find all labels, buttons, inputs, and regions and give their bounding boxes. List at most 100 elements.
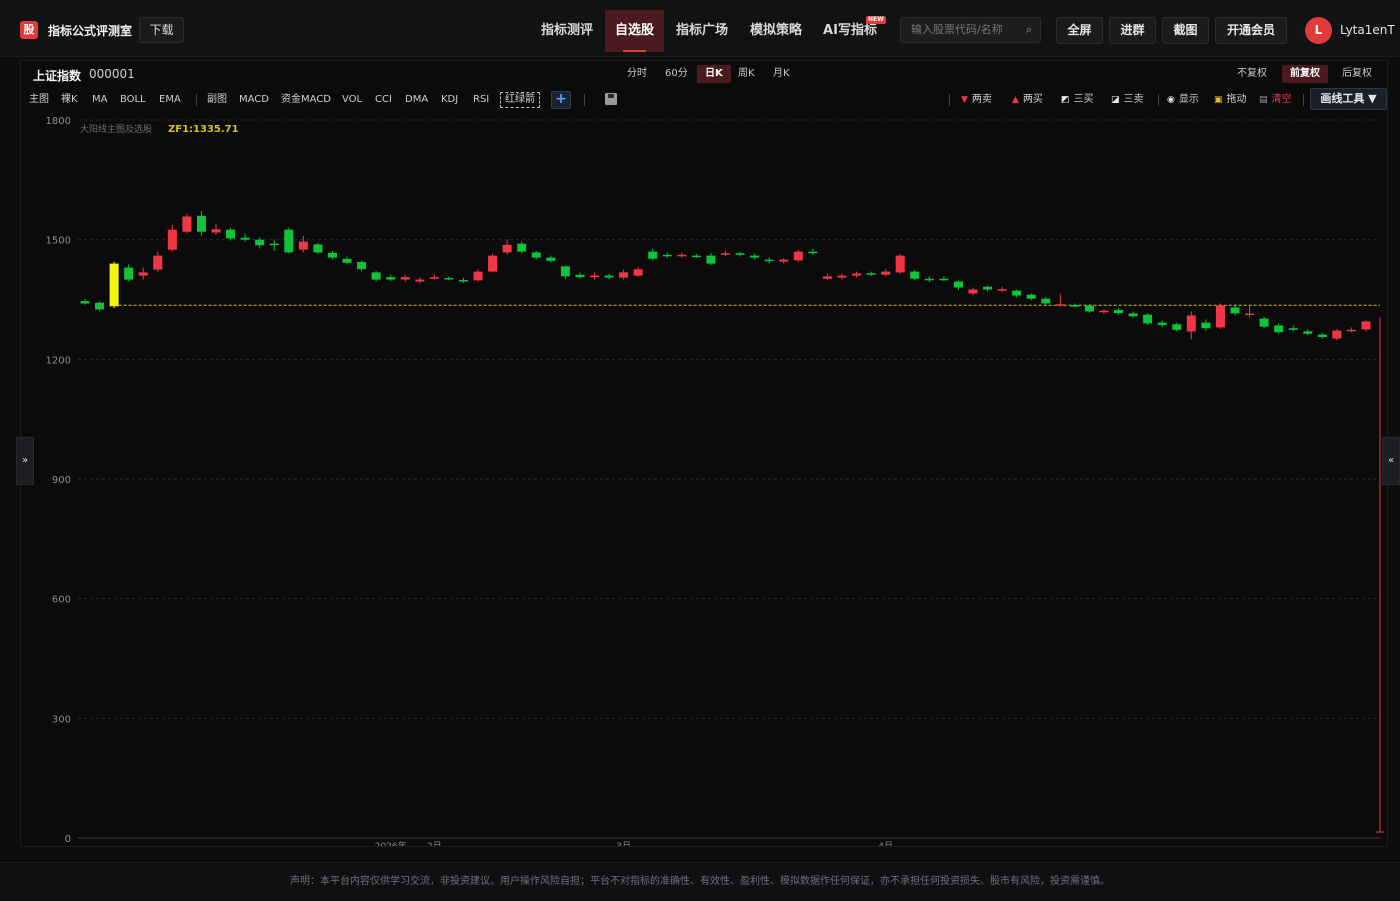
indicator-bare-k[interactable]: 裸K (61, 93, 78, 107)
download-button[interactable]: 下载 (139, 17, 184, 43)
candle-body (255, 239, 265, 246)
adjust-backward[interactable]: 后复权 (1334, 65, 1380, 83)
candle-body (138, 272, 148, 276)
stock-code: 000001 (89, 67, 135, 81)
indicator-cci[interactable]: CCI (375, 93, 392, 107)
candle-body (662, 254, 672, 257)
candle-body (895, 255, 905, 273)
tool-two-sell[interactable]: ▼ 两卖 (961, 93, 992, 107)
adjust-forward[interactable]: 前复权 (1282, 65, 1328, 83)
candle-body (284, 229, 294, 253)
nav-sim-strategy[interactable]: 模拟策略 (740, 10, 812, 52)
join-group-button[interactable]: 进群 (1109, 17, 1156, 44)
candle-body (371, 272, 381, 280)
tool-clear[interactable]: ▤ 清空 (1259, 93, 1292, 107)
candle-body (196, 215, 206, 232)
add-indicator-button[interactable]: + (551, 91, 571, 109)
period-monthly[interactable]: 月K (765, 65, 798, 83)
screenshot-button[interactable]: 截图 (1162, 17, 1209, 44)
divider (584, 94, 585, 106)
indicator-kdj[interactable]: KDJ (441, 93, 458, 107)
nav-watchlist[interactable]: 自选股 (605, 10, 664, 52)
candle-body (1128, 313, 1138, 317)
indicator-rsi[interactable]: RSI (473, 93, 489, 107)
indicator-macd[interactable]: MACD (239, 93, 269, 107)
search-icon[interactable]: ⌕ (1026, 18, 1032, 42)
candle-body (648, 251, 658, 259)
candle-body (1259, 318, 1269, 327)
candle-body (1070, 305, 1080, 307)
divider (1303, 94, 1304, 106)
eye-icon: ◉ (1167, 95, 1175, 105)
indicator-vol[interactable]: VOL (342, 93, 362, 107)
candle-body (1332, 330, 1342, 339)
candle-body (720, 253, 731, 255)
fullscreen-button[interactable]: 全屏 (1056, 17, 1103, 44)
tool-drag[interactable]: ▣ 拖动 (1214, 93, 1247, 107)
legend-label: 大阳线主图及选股 (80, 123, 152, 135)
tool-two-buy[interactable]: ▲ 两买 (1012, 93, 1043, 107)
candle-body (1055, 304, 1065, 306)
candle-body (983, 286, 993, 290)
candle-body (327, 252, 337, 258)
candle-body (939, 278, 949, 281)
tool-three-buy[interactable]: ◩ 三买 (1061, 93, 1094, 107)
candle-body (633, 269, 643, 276)
y-tick-label: 1500 (46, 236, 71, 247)
lock-icon: ▣ (1214, 95, 1223, 105)
candle-body (109, 263, 119, 307)
indicator-boll[interactable]: BOLL (120, 93, 146, 107)
candle-body (750, 255, 760, 258)
candle-body (1026, 294, 1036, 299)
chart-up-icon: ◩ (1061, 95, 1070, 105)
candle-body (517, 243, 527, 252)
nav-indicator-square[interactable]: 指标广场 (666, 10, 738, 52)
candle-body (779, 259, 789, 262)
candle-body (313, 244, 323, 253)
username[interactable]: Lyta1enT (1340, 23, 1395, 37)
avatar[interactable]: L (1305, 17, 1332, 44)
candle-body (400, 277, 410, 280)
candlestick-chart[interactable]: 0 300 600 900 1200 1500 1800 2026年 2月 3月 4月 大阳线主图及选… (20, 110, 1386, 846)
y-tick-label: 1200 (46, 355, 71, 366)
new-badge: NEW (866, 16, 886, 24)
candle-body (735, 253, 745, 255)
candle-body (1157, 322, 1167, 326)
period-daily[interactable]: 日K (697, 65, 731, 83)
indicator-ema[interactable]: EMA (159, 93, 181, 107)
tool-three-sell[interactable]: ◪ 三卖 (1111, 93, 1144, 107)
legend-value: ZF1:1335.71 (168, 124, 239, 135)
indicator-ma[interactable]: MA (92, 93, 107, 107)
candle-body (866, 273, 876, 275)
tool-two-sell-label: 两卖 (971, 94, 992, 105)
period-timeshare[interactable]: 分时 (619, 65, 655, 83)
app-title[interactable]: 指标公式评测室 (48, 22, 132, 39)
candle-body (167, 229, 177, 250)
tool-clear-label: 清空 (1271, 94, 1292, 105)
app-logo[interactable]: 股 (20, 21, 38, 39)
indicator-red-green-arrow[interactable]: 红绿箭 (500, 92, 540, 108)
candle-body (560, 266, 570, 277)
trash-icon: ▤ (1259, 95, 1268, 105)
save-icon[interactable] (605, 93, 617, 105)
candle-body (1230, 307, 1240, 314)
candle-body (1099, 310, 1109, 313)
draw-tools-dropdown[interactable]: 画线工具 ▼ (1310, 88, 1387, 110)
divider (949, 94, 950, 106)
stock-search-input[interactable]: 输入股票代码/名称 ⌕ (900, 17, 1041, 43)
main-chart-label: 主图 (29, 94, 49, 105)
period-60min[interactable]: 60分 (657, 65, 696, 83)
indicator-dma[interactable]: DMA (405, 93, 428, 107)
tool-show[interactable]: ◉ 显示 (1167, 93, 1199, 107)
nav-indicator-review[interactable]: 指标测评 (531, 10, 603, 52)
candle-body (182, 216, 192, 232)
adjust-none[interactable]: 不复权 (1229, 65, 1275, 83)
candle-body (546, 257, 556, 261)
candle-body (677, 254, 687, 257)
candle-body (531, 252, 541, 258)
indicator-fund-macd[interactable]: 资金MACD (281, 93, 331, 107)
candle-body (1084, 305, 1094, 312)
search-placeholder: 输入股票代码/名称 (911, 23, 1003, 36)
membership-button[interactable]: 开通会员 (1215, 17, 1287, 44)
period-weekly[interactable]: 周K (730, 65, 763, 83)
